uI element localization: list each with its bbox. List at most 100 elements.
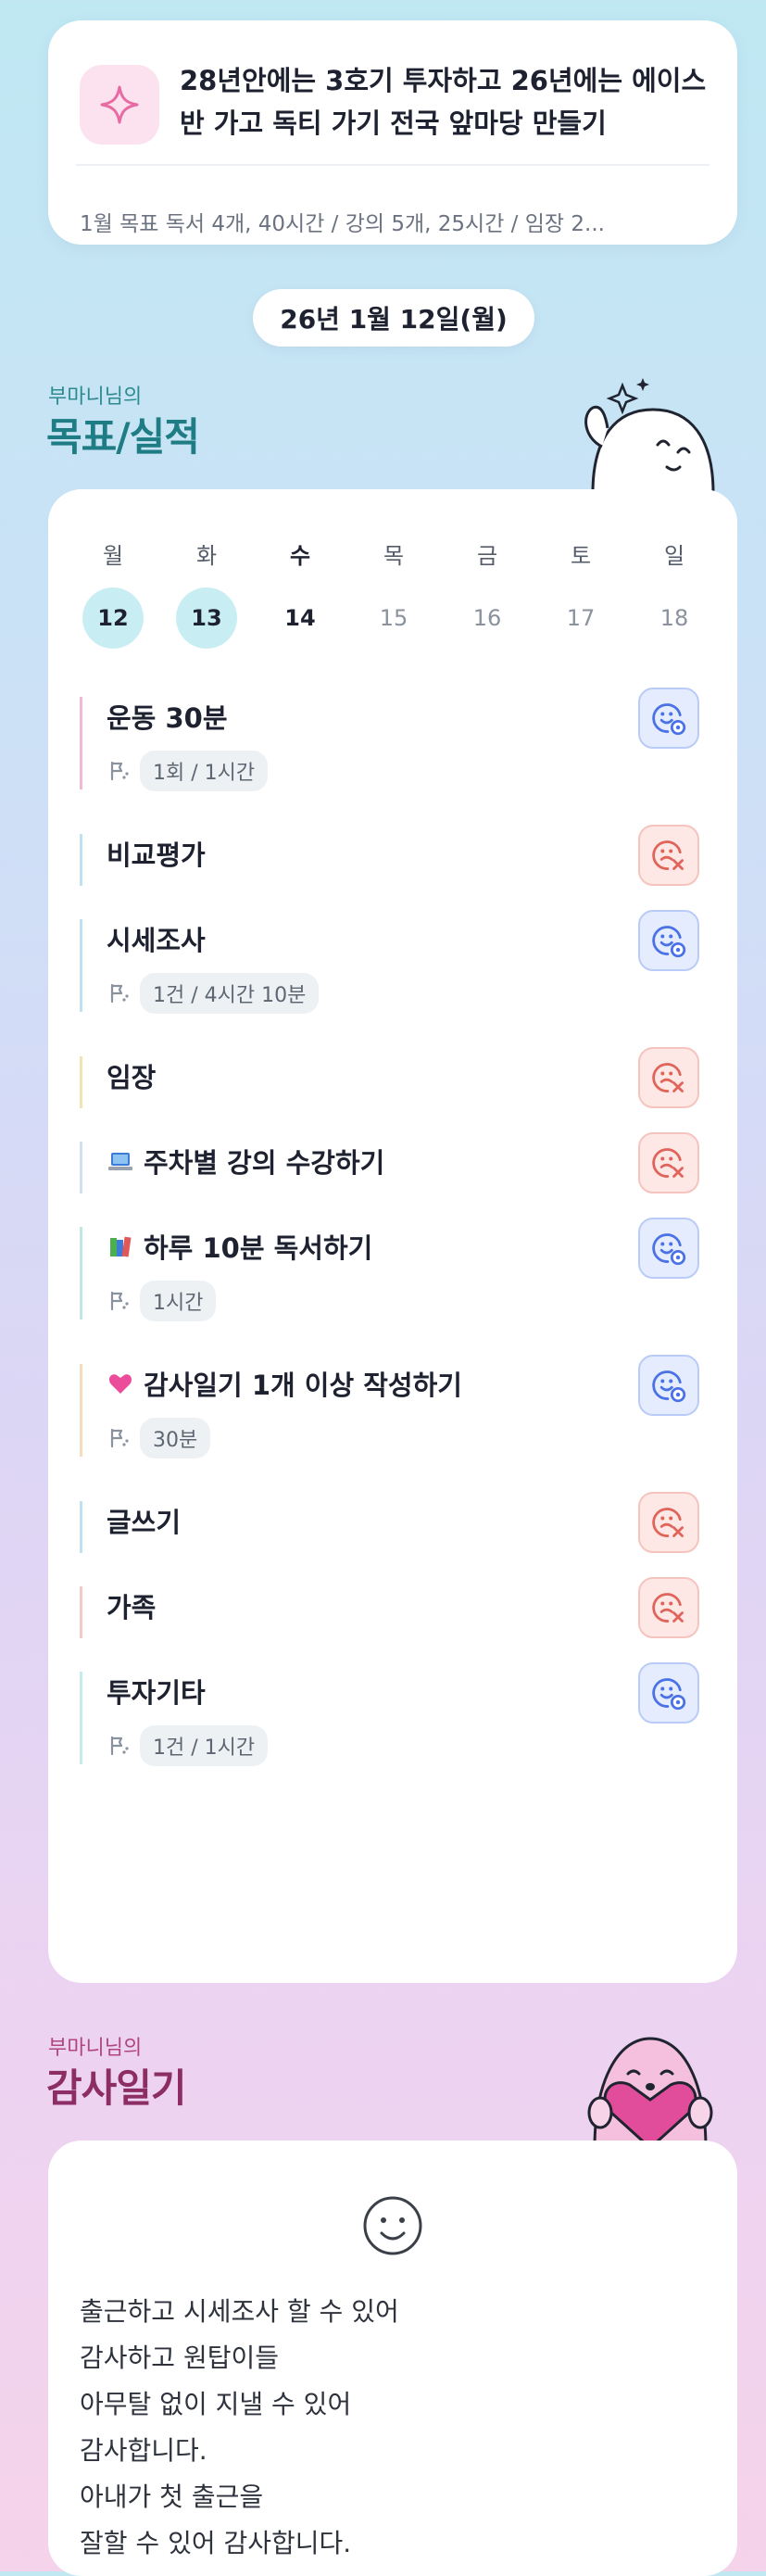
status-missed-icon[interactable] xyxy=(638,1492,699,1553)
status-missed-icon[interactable] xyxy=(638,825,699,886)
status-missed-icon[interactable] xyxy=(638,1047,699,1108)
calendar-day[interactable]: 목 15 xyxy=(357,537,431,649)
calendar-day-number: 14 xyxy=(284,605,316,631)
task-meta-chip: 1건 / 4시간 10분 xyxy=(140,973,320,1014)
task-item[interactable]: 투자기타 1건 / 1시간 xyxy=(80,1662,712,1766)
calendar-day-number: 12 xyxy=(82,587,144,649)
calendar-day-number: 13 xyxy=(176,587,237,649)
task-name: 비교평가 xyxy=(107,834,206,873)
calendar-day-number: 17 xyxy=(566,605,596,631)
task-meta-chip: 1건 / 1시간 xyxy=(140,1725,269,1766)
task-meta-chip: 30분 xyxy=(140,1418,211,1458)
goal-summary: 1월 목표 독서 4개, 40시간 / 강의 5개, 25시간 / 임장 2..… xyxy=(80,212,605,236)
calendar-day[interactable]: 화 13 xyxy=(170,537,244,649)
task-label: 글쓰기 xyxy=(107,1507,182,1538)
goal-title: 28년안에는 3호기 투자하고 26년에는 에이스반 가고 독티 가기 전국 앞… xyxy=(180,65,707,139)
calendar-day[interactable]: 일 18 xyxy=(637,537,711,649)
flag-icon xyxy=(107,1426,131,1450)
calendar-day-name: 토 xyxy=(570,543,592,569)
status-achieved-icon[interactable] xyxy=(638,688,699,749)
task-name: 주차별 강의 수강하기 xyxy=(107,1142,384,1181)
thanks-line: 감사하고 원탑이들 xyxy=(80,2342,279,2373)
status-missed-icon[interactable] xyxy=(638,1577,699,1638)
ghost-mascot-illustration xyxy=(584,378,715,493)
smile-icon xyxy=(361,2194,424,2257)
task-name: 가족 xyxy=(107,1586,156,1625)
task-label: 감사일기 1개 이상 작성하기 xyxy=(144,1370,462,1401)
flag-icon xyxy=(107,1289,131,1313)
thanks-line: 아무탈 없이 지낼 수 있어 xyxy=(80,2389,352,2419)
task-name: 감사일기 1개 이상 작성하기 xyxy=(107,1364,462,1403)
calendar-day-name: 월 xyxy=(102,543,124,569)
task-name: 운동 30분 xyxy=(107,697,228,736)
calendar-day-name: 목 xyxy=(383,543,405,569)
task-name: 시세조사 xyxy=(107,919,206,958)
sparkle-icon xyxy=(80,65,159,145)
task-meta: 1시간 xyxy=(107,1281,217,1321)
calendar-day[interactable]: 수 14 xyxy=(263,537,337,649)
status-achieved-icon[interactable] xyxy=(638,1218,699,1279)
task-meta: 1회 / 1시간 xyxy=(107,751,269,791)
task-item[interactable]: 시세조사 1건 / 4시간 10분 xyxy=(80,910,712,1014)
task-label: 하루 10분 독서하기 xyxy=(144,1232,373,1264)
calendar-day-name: 일 xyxy=(663,543,685,569)
task-meta: 1건 / 1시간 xyxy=(107,1725,269,1766)
task-meta-chip: 1회 / 1시간 xyxy=(140,751,269,791)
task-label: 운동 30분 xyxy=(107,702,228,734)
status-missed-icon[interactable] xyxy=(638,1132,699,1193)
task-item[interactable]: 임장 xyxy=(80,1047,712,1108)
task-item[interactable]: 감사일기 1개 이상 작성하기 30분 xyxy=(80,1355,712,1458)
task-item[interactable]: 운동 30분 1회 / 1시간 xyxy=(80,688,712,791)
flag-icon xyxy=(107,981,131,1005)
task-label: 시세조사 xyxy=(107,925,206,956)
calendar-day-number: 15 xyxy=(379,605,408,631)
status-achieved-icon[interactable] xyxy=(638,910,699,971)
task-name: 임장 xyxy=(107,1056,156,1095)
thanks-diary-text: 출근하고 시세조사 할 수 있어감사하고 원탑이들아무탈 없이 지낼 수 있어감… xyxy=(80,2289,709,2567)
heart-mascot-illustration xyxy=(587,2037,713,2148)
task-meta: 1건 / 4시간 10분 xyxy=(107,973,320,1014)
task-label: 비교평가 xyxy=(107,840,206,871)
thanks-line: 잘할 수 있어 감사합니다. xyxy=(80,2528,352,2558)
goal-card[interactable]: 28년안에는 3호기 투자하고 26년에는 에이스반 가고 독티 가기 전국 앞… xyxy=(48,20,737,245)
calendar-day-name: 금 xyxy=(476,543,498,569)
heart-icon xyxy=(107,1370,134,1397)
task-item[interactable]: 글쓰기 xyxy=(80,1492,712,1553)
thanks-diary-card[interactable]: 출근하고 시세조사 할 수 있어감사하고 원탑이들아무탈 없이 지낼 수 있어감… xyxy=(48,2140,737,2576)
calendar-day-name: 화 xyxy=(195,543,218,569)
status-achieved-icon[interactable] xyxy=(638,1662,699,1724)
thanks-line: 출근하고 시세조사 할 수 있어 xyxy=(80,2296,399,2327)
thanks-section-title: 감사일기 xyxy=(46,2065,187,2111)
thanks-line: 아내가 첫 출근을 xyxy=(80,2481,264,2512)
calendar-day[interactable]: 토 17 xyxy=(544,537,618,649)
task-label: 주차별 강의 수강하기 xyxy=(144,1147,385,1179)
goals-card: 월 12 화 13 수 14 목 15 금 16 토 17 일 18 운동 30분 1회 / 1시간비교평가… xyxy=(48,489,737,1983)
calendar-day-name: 수 xyxy=(289,543,311,569)
task-item[interactable]: 하루 10분 독서하기 1시간 xyxy=(80,1218,712,1321)
task-meta: 30분 xyxy=(107,1418,211,1458)
task-label: 임장 xyxy=(107,1062,157,1093)
task-item[interactable]: 가족 xyxy=(80,1577,712,1638)
task-name: 투자기타 xyxy=(107,1672,206,1711)
thanks-line: 감사합니다. xyxy=(80,2435,207,2466)
flag-icon xyxy=(107,1734,131,1758)
task-item[interactable]: 비교평가 xyxy=(80,825,712,886)
goals-section-title: 목표/실적 xyxy=(46,414,200,460)
calendar-day-number: 18 xyxy=(659,605,689,631)
books-icon xyxy=(107,1232,134,1260)
status-achieved-icon[interactable] xyxy=(638,1355,699,1416)
laptop-icon xyxy=(107,1147,134,1175)
task-label: 투자기타 xyxy=(107,1677,206,1709)
task-item[interactable]: 주차별 강의 수강하기 xyxy=(80,1132,712,1193)
goal-divider xyxy=(76,164,709,166)
date-selector[interactable]: 26년 1월 12일(월) xyxy=(253,289,534,347)
flag-icon xyxy=(107,759,131,783)
task-meta-chip: 1시간 xyxy=(140,1281,217,1321)
calendar-day[interactable]: 금 16 xyxy=(450,537,524,649)
calendar-day-number: 16 xyxy=(472,605,502,631)
calendar-day[interactable]: 월 12 xyxy=(76,537,150,649)
task-label: 가족 xyxy=(107,1592,157,1623)
task-name: 글쓰기 xyxy=(107,1501,181,1540)
week-calendar: 월 12 화 13 수 14 목 15 금 16 토 17 일 18 xyxy=(48,537,737,658)
task-name: 하루 10분 독서하기 xyxy=(107,1227,372,1266)
